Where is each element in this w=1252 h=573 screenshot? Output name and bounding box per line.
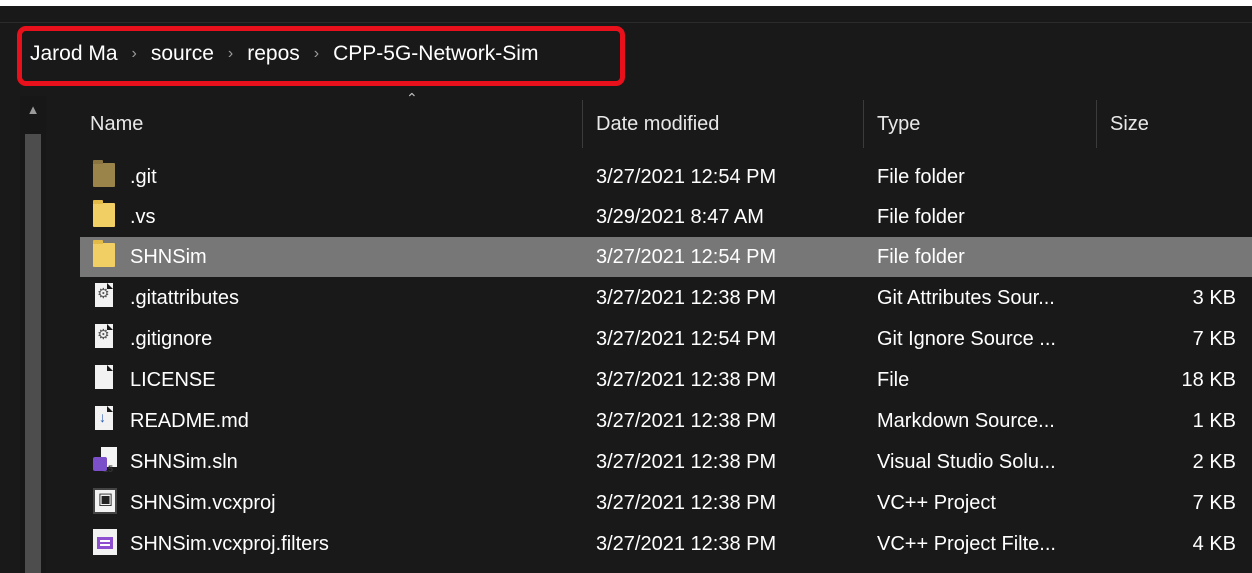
file-date: 3/27/2021 12:38 PM bbox=[596, 533, 777, 555]
visual-studio-solution-icon bbox=[92, 442, 118, 489]
markdown-file-icon bbox=[92, 401, 118, 441]
file-row-selected[interactable]: SHNSim 3/27/2021 12:54 PM File folder bbox=[80, 237, 1252, 277]
file-size: 3 KB bbox=[1192, 287, 1236, 309]
chevron-right-icon[interactable]: › bbox=[314, 45, 319, 63]
file-name: SHNSim bbox=[130, 246, 207, 268]
folder-icon bbox=[92, 197, 118, 237]
file-name: SHNSim.vcxproj.filters bbox=[130, 533, 329, 555]
column-header-size-label: Size bbox=[1110, 113, 1149, 135]
file-date: 3/27/2021 12:54 PM bbox=[596, 166, 777, 188]
file-date: 3/27/2021 12:38 PM bbox=[596, 369, 777, 391]
breadcrumb[interactable]: Jarod Ma › source › repos › CPP-5G-Netwo… bbox=[28, 41, 540, 67]
column-header-type[interactable]: Type bbox=[867, 98, 1093, 150]
scroll-up-arrow-icon[interactable]: ▲ bbox=[20, 96, 46, 124]
file-date: 3/27/2021 12:54 PM bbox=[596, 328, 777, 350]
column-header-size[interactable]: Size bbox=[1100, 98, 1250, 150]
file-row[interactable]: SHNSim.vcxproj.filters 3/27/2021 12:38 P… bbox=[80, 524, 1252, 564]
navigation-pane-scrollbar[interactable]: ▲ bbox=[20, 96, 46, 573]
chevron-right-icon[interactable]: › bbox=[132, 45, 137, 63]
file-type: VC++ Project Filte... bbox=[877, 533, 1056, 555]
chevron-right-icon[interactable]: › bbox=[228, 45, 233, 63]
breadcrumb-item-source[interactable]: source bbox=[149, 42, 216, 66]
column-divider[interactable] bbox=[863, 100, 864, 148]
file-row[interactable]: .vs 3/29/2021 8:47 AM File folder bbox=[80, 197, 1252, 237]
file-row[interactable]: .gitignore 3/27/2021 12:54 PM Git Ignore… bbox=[80, 319, 1252, 359]
column-header-name[interactable]: Name bbox=[80, 98, 580, 150]
file-type: File folder bbox=[877, 166, 965, 188]
file-name: .vs bbox=[130, 206, 156, 228]
file-type: File folder bbox=[877, 206, 965, 228]
vcxproj-icon bbox=[92, 483, 118, 523]
file-row[interactable]: README.md 3/27/2021 12:38 PM Markdown So… bbox=[80, 401, 1252, 441]
column-header-date[interactable]: Date modified bbox=[586, 98, 862, 150]
settings-file-icon bbox=[92, 319, 118, 359]
sort-ascending-icon: ⌃ bbox=[406, 90, 418, 106]
file-type: Markdown Source... bbox=[877, 410, 1055, 432]
file-type: Git Ignore Source ... bbox=[877, 328, 1056, 350]
file-size: 18 KB bbox=[1181, 369, 1236, 391]
file-date: 3/27/2021 12:38 PM bbox=[596, 492, 777, 514]
breadcrumb-item-user[interactable]: Jarod Ma bbox=[28, 42, 120, 66]
file-date: 3/27/2021 12:38 PM bbox=[596, 451, 777, 473]
file-date: 3/27/2021 12:38 PM bbox=[596, 287, 777, 309]
file-type: Git Attributes Sour... bbox=[877, 287, 1055, 309]
file-row[interactable]: SHNSim.sln 3/27/2021 12:38 PM Visual Stu… bbox=[80, 442, 1252, 489]
settings-file-icon bbox=[92, 278, 118, 318]
file-date: 3/27/2021 12:54 PM bbox=[596, 246, 777, 268]
file-size: 7 KB bbox=[1192, 492, 1236, 514]
file-name: .git bbox=[130, 166, 157, 188]
column-header-name-label: Name bbox=[90, 113, 144, 135]
column-header-type-label: Type bbox=[877, 113, 921, 135]
file-name: .gitignore bbox=[130, 328, 213, 350]
column-divider[interactable] bbox=[582, 100, 583, 148]
file-type: File folder bbox=[877, 246, 965, 268]
file-size: 7 KB bbox=[1192, 328, 1236, 350]
file-name: LICENSE bbox=[130, 369, 216, 391]
folder-icon bbox=[92, 157, 118, 197]
column-header-date-label: Date modified bbox=[596, 113, 720, 135]
folder-icon bbox=[92, 237, 118, 277]
file-date: 3/27/2021 12:38 PM bbox=[596, 410, 777, 432]
filters-file-icon bbox=[92, 524, 118, 564]
blank-file-icon bbox=[92, 360, 118, 400]
file-size: 2 KB bbox=[1192, 451, 1236, 473]
file-type: File bbox=[877, 369, 910, 391]
file-size: 4 KB bbox=[1192, 533, 1236, 555]
file-name: README.md bbox=[130, 410, 249, 432]
file-row[interactable]: LICENSE 3/27/2021 12:38 PM File 18 KB bbox=[80, 360, 1252, 400]
file-name: SHNSim.sln bbox=[130, 451, 238, 473]
file-name: .gitattributes bbox=[130, 287, 239, 309]
file-row[interactable]: SHNSim.vcxproj 3/27/2021 12:38 PM VC++ P… bbox=[80, 483, 1252, 523]
file-type: Visual Studio Solu... bbox=[877, 451, 1056, 473]
file-size: 1 KB bbox=[1192, 410, 1236, 432]
scrollbar-thumb[interactable] bbox=[25, 134, 41, 573]
divider bbox=[0, 22, 1252, 23]
file-date: 3/29/2021 8:47 AM bbox=[596, 206, 764, 228]
file-row[interactable]: .gitattributes 3/27/2021 12:38 PM Git At… bbox=[80, 278, 1252, 318]
file-type: VC++ Project bbox=[877, 492, 996, 514]
file-name: SHNSim.vcxproj bbox=[130, 492, 276, 514]
file-row[interactable]: .git 3/27/2021 12:54 PM File folder bbox=[80, 157, 1252, 197]
breadcrumb-item-repos[interactable]: repos bbox=[245, 42, 302, 66]
column-header-row: Name ⌃ Date modified Type Size bbox=[80, 90, 1252, 150]
breadcrumb-item-current[interactable]: CPP-5G-Network-Sim bbox=[331, 42, 540, 66]
file-explorer-window: Jarod Ma › source › repos › CPP-5G-Netwo… bbox=[0, 6, 1252, 573]
column-divider[interactable] bbox=[1096, 100, 1097, 148]
